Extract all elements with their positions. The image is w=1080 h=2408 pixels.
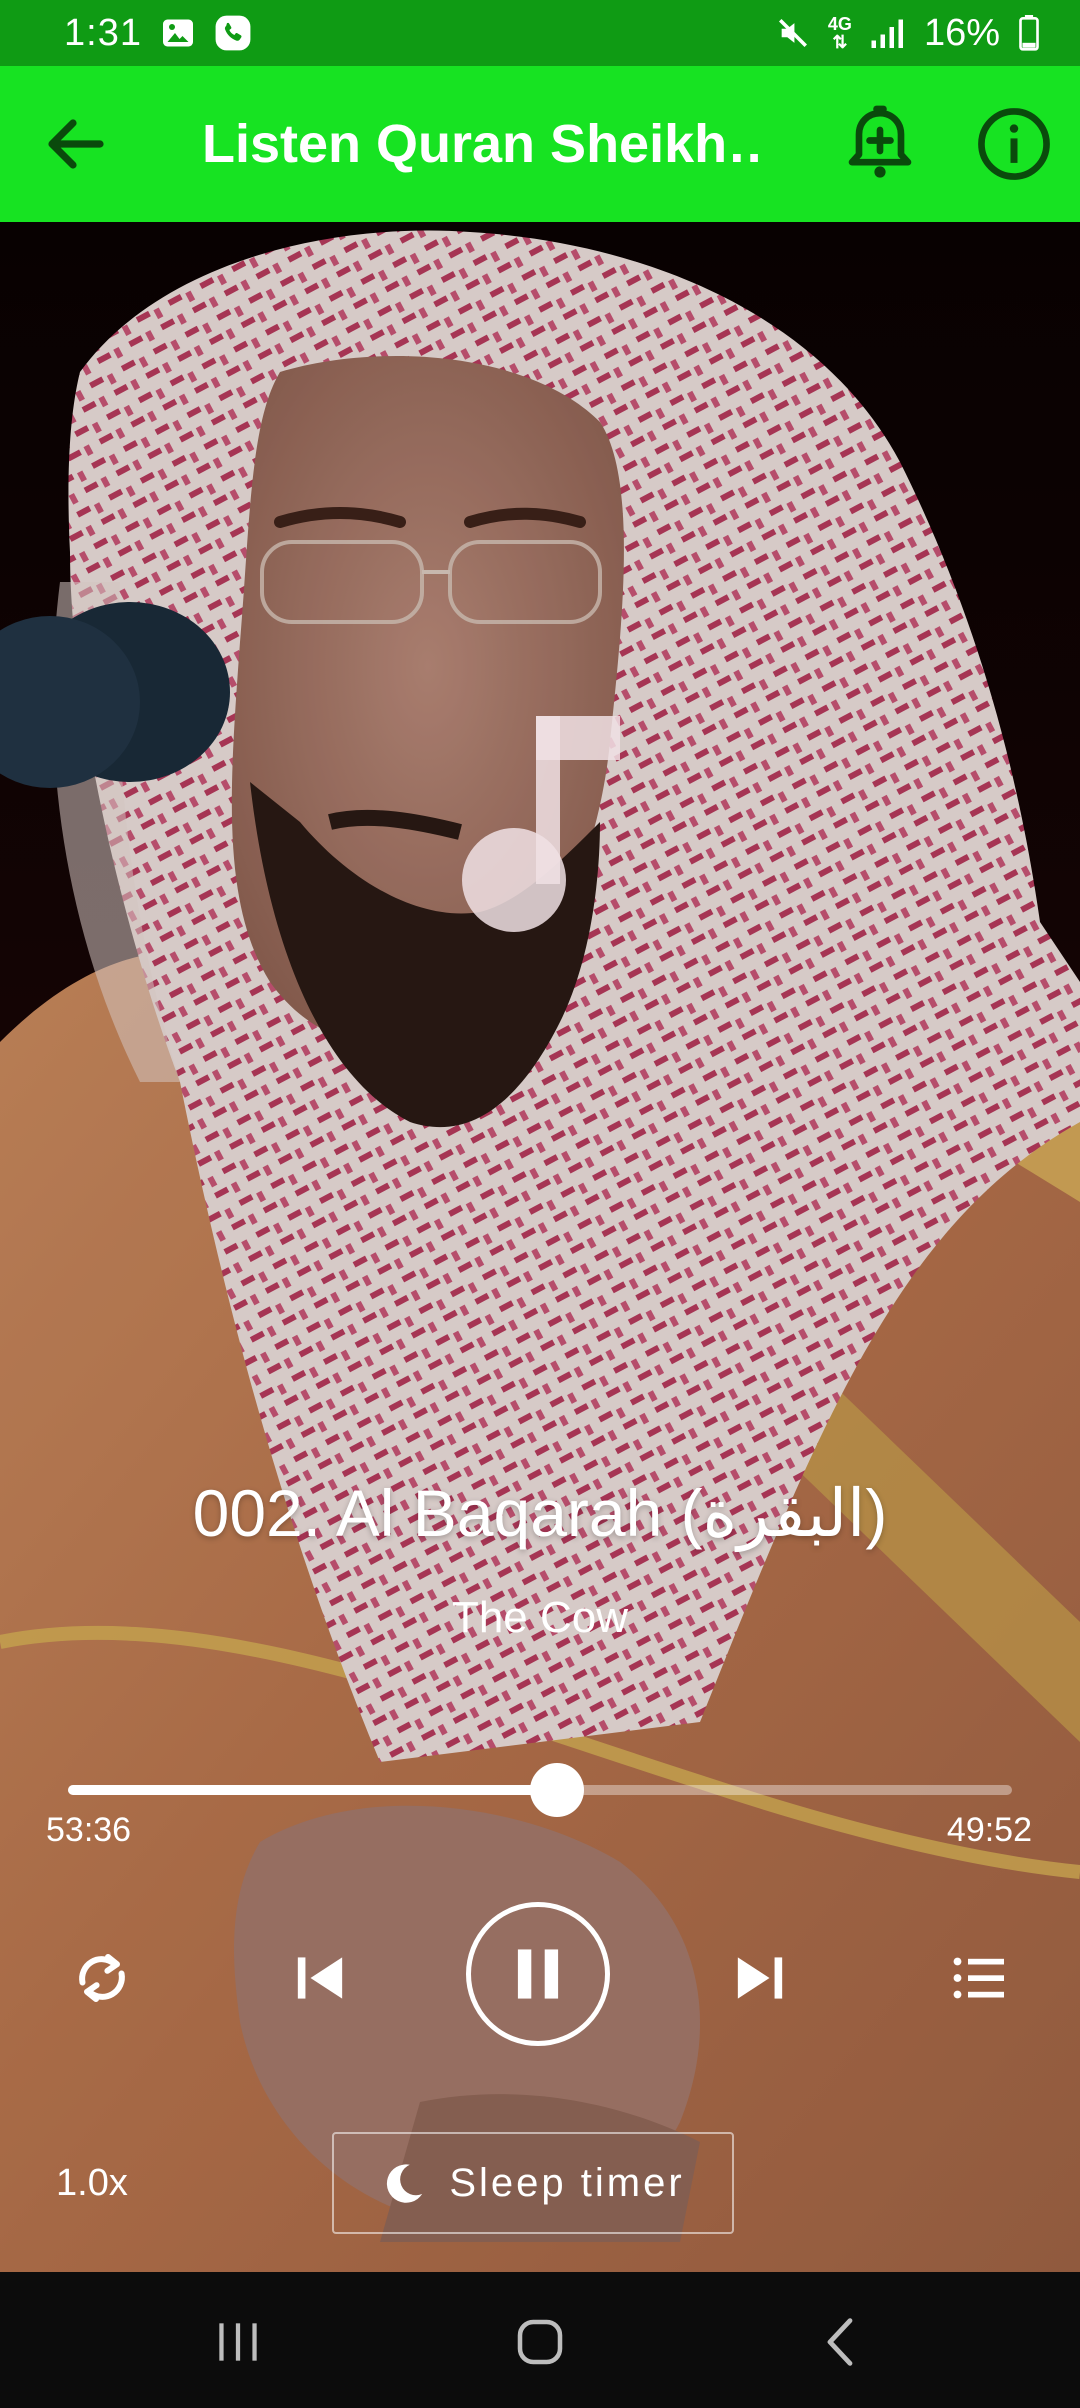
pause-icon	[517, 1949, 559, 1999]
previous-button[interactable]	[282, 1940, 358, 2016]
signal-icon	[871, 19, 903, 48]
repeat-button[interactable]	[66, 1942, 138, 2014]
system-nav-bar	[0, 2272, 1080, 2408]
seek-thumb[interactable]	[529, 1763, 584, 1817]
skip-previous-icon	[297, 1957, 343, 1999]
app-bar: Listen Quran Sheikh…	[0, 66, 1080, 222]
gallery-icon	[162, 19, 193, 47]
phone-call-icon	[215, 15, 251, 51]
status-bar: 1:31 4G ⇅ 16%	[0, 0, 1080, 66]
moon-icon	[387, 2164, 423, 2203]
network-type: 4G ⇅	[827, 14, 852, 52]
sleep-timer-button[interactable]: Sleep timer	[332, 2132, 734, 2234]
page-title: Listen Quran Sheikh…	[202, 114, 762, 174]
track-title: 002. Al Baqarah (البقرة)	[192, 1476, 888, 1550]
seek-bar[interactable]	[68, 1763, 1012, 1817]
music-note-icon	[462, 716, 620, 932]
battery-percent: 16%	[923, 11, 1000, 54]
remaining-time: 49:52	[946, 1811, 1032, 1849]
pause-button[interactable]	[466, 1902, 610, 2046]
home-icon[interactable]	[508, 2310, 572, 2374]
recents-icon[interactable]	[206, 2310, 270, 2374]
add-alarm-icon[interactable]	[838, 102, 922, 186]
battery-icon	[1019, 15, 1039, 51]
sleep-timer-label: Sleep timer	[449, 2160, 685, 2205]
track-subtitle: The Cow	[451, 1593, 629, 1642]
queue-list-icon	[953, 1957, 1004, 1999]
skip-next-icon	[737, 1957, 783, 1999]
info-icon[interactable]	[972, 102, 1056, 186]
next-button[interactable]	[722, 1940, 798, 2016]
playback-speed[interactable]: 1.0x	[56, 2158, 128, 2208]
nav-back-icon[interactable]	[810, 2310, 874, 2374]
status-time: 1:31	[64, 11, 142, 54]
repeat-icon	[79, 1954, 125, 2002]
elapsed-time: 53:36	[46, 1811, 132, 1849]
mute-icon	[778, 18, 807, 48]
seek-progress	[68, 1785, 557, 1795]
back-arrow-icon[interactable]	[40, 108, 112, 180]
queue-button[interactable]	[944, 1942, 1016, 2014]
